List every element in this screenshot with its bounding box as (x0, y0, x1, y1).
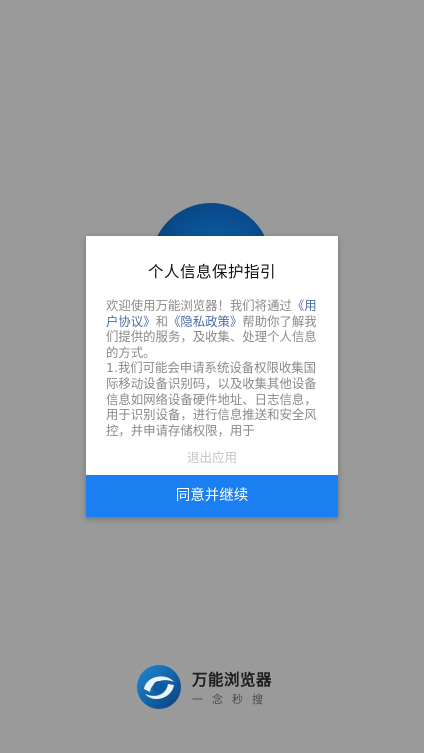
brand-footer: 万能浏览器 一念秒搜 (136, 664, 296, 712)
dialog-title: 个人信息保护指引 (147, 263, 276, 281)
dialog-body[interactable]: 欢迎使用万能浏览器！我们将通过《用户协议》和《隐私政策》帮助你了解我们提供的服务… (106, 298, 318, 438)
brand-name: 万能浏览器 (192, 671, 273, 689)
agree-continue-button[interactable]: 同意并继续 (86, 475, 338, 517)
browser-logo-icon (137, 665, 181, 709)
privacy-policy-link[interactable]: 《隐私政策》 (168, 314, 242, 329)
exit-app-button[interactable]: 退出应用 (86, 447, 338, 469)
brand-slogan: 一念秒搜 (192, 693, 272, 706)
privacy-dialog: 个人信息保护指引 欢迎使用万能浏览器！我们将通过《用户协议》和《隐私政策》帮助你… (86, 236, 338, 517)
body-point-1: 1.我们可能会申请系统设备权限收集国际移动设备识别码，以及收集其他设备信息如网络… (106, 360, 317, 438)
and-text: 和 (155, 313, 168, 329)
body-intro-prefix: 欢迎使用万能浏览器！我们将通过 (106, 298, 292, 313)
